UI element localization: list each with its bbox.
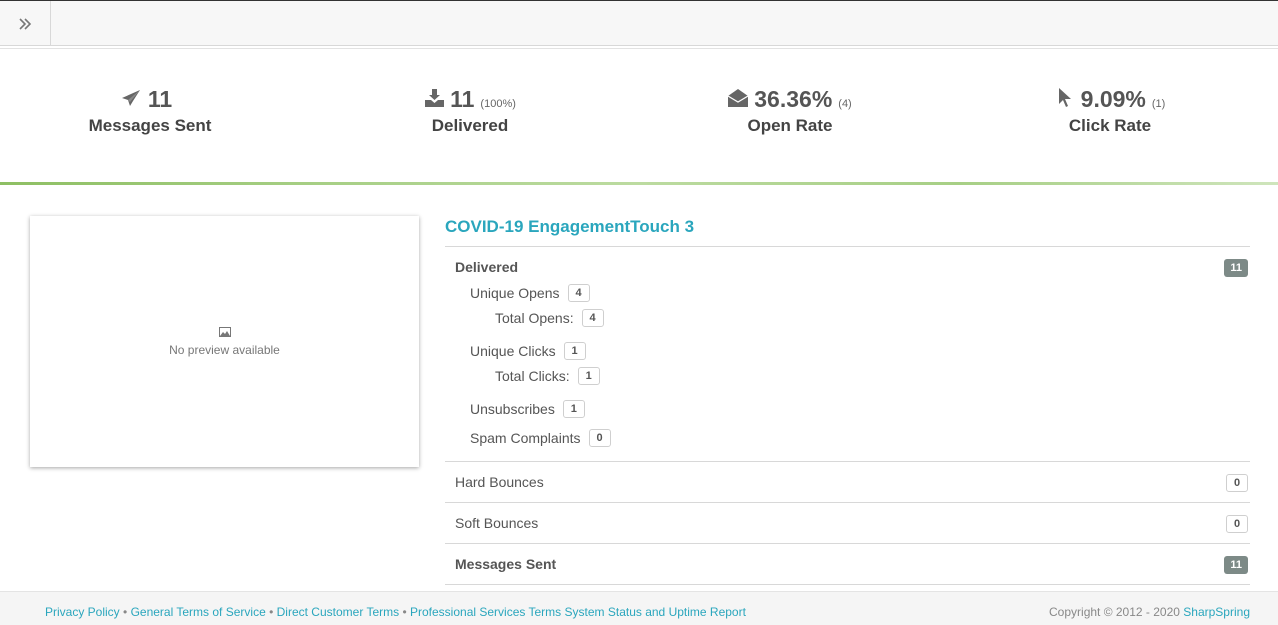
stat-label: Messages Sent bbox=[88, 116, 212, 135]
stat-value: 11 bbox=[450, 86, 475, 112]
hard-bounces-badge[interactable]: 0 bbox=[1226, 474, 1248, 492]
stats-summary: 11 Messages Sent 11 (100%) Delivered 36.… bbox=[0, 48, 1278, 185]
stat-value: 36.36% bbox=[754, 86, 833, 112]
stat-value: 9.09% bbox=[1080, 86, 1146, 112]
email-preview[interactable]: No preview available bbox=[30, 216, 419, 467]
sharpspring-link[interactable]: SharpSpring bbox=[1183, 605, 1250, 619]
messages-sent-badge: 11 bbox=[1224, 556, 1248, 574]
footer: Privacy Policy • General Terms of Servic… bbox=[0, 591, 1278, 625]
unsubscribes-label: Unsubscribes bbox=[470, 401, 555, 417]
stat-delivered: 11 (100%) Delivered bbox=[310, 86, 630, 136]
stat-label: Click Rate bbox=[1068, 116, 1152, 135]
unique-clicks-row: Unique Clicks 1 bbox=[470, 342, 586, 360]
delivered-section: Delivered 11 Unique Opens 4 Total Opens:… bbox=[445, 247, 1250, 462]
unique-opens-label: Unique Opens bbox=[470, 285, 560, 301]
hard-bounces-row: Hard Bounces 0 bbox=[445, 462, 1250, 503]
stat-value: 11 bbox=[147, 86, 173, 112]
double-chevron-right-icon bbox=[19, 17, 32, 30]
soft-bounces-row: Soft Bounces 0 bbox=[445, 503, 1250, 544]
stat-label: Delivered bbox=[431, 116, 509, 135]
open-envelope-icon bbox=[728, 88, 749, 108]
footer-separator: • bbox=[402, 605, 407, 619]
total-opens-badge[interactable]: 4 bbox=[581, 309, 604, 327]
hard-bounces-label: Hard Bounces bbox=[455, 474, 544, 490]
stat-click-rate: 9.09% (1) Click Rate bbox=[950, 86, 1270, 136]
footer-separator: • bbox=[123, 605, 128, 619]
mouse-pointer-icon bbox=[1055, 88, 1075, 108]
footer-links: Privacy Policy • General Terms of Servic… bbox=[45, 605, 746, 619]
messages-sent-label: Messages Sent bbox=[455, 556, 557, 572]
unsubscribes-row: Unsubscribes 1 bbox=[470, 400, 585, 418]
inbox-download-icon bbox=[424, 88, 444, 108]
unsubscribes-badge[interactable]: 1 bbox=[562, 400, 585, 418]
stat-open-rate: 36.36% (4) Open Rate bbox=[630, 86, 950, 136]
general-terms-link[interactable]: General Terms of Service bbox=[131, 605, 266, 619]
sidebar-toggle-button[interactable] bbox=[0, 1, 51, 46]
privacy-policy-link[interactable]: Privacy Policy bbox=[45, 605, 120, 619]
paper-plane-icon bbox=[122, 89, 142, 109]
system-status-link[interactable]: System Status and Uptime Report bbox=[565, 605, 746, 619]
stat-sub: (4) bbox=[838, 98, 852, 110]
spam-complaints-label: Spam Complaints bbox=[470, 430, 581, 446]
soft-bounces-label: Soft Bounces bbox=[455, 515, 539, 531]
copyright: Copyright © 2012 - 2020 SharpSpring bbox=[1049, 605, 1250, 619]
messages-sent-row: Messages Sent 11 bbox=[445, 544, 1250, 585]
unique-clicks-badge[interactable]: 1 bbox=[563, 342, 586, 360]
delivered-label: Delivered bbox=[455, 259, 519, 275]
email-title[interactable]: COVID-19 EngagementTouch 3 bbox=[445, 216, 1250, 247]
image-icon bbox=[218, 326, 231, 340]
stat-sub: (1) bbox=[1151, 98, 1166, 110]
total-opens-row: Total Opens: 4 bbox=[495, 309, 604, 327]
delivered-count-badge: 11 bbox=[1224, 259, 1248, 277]
stats-divider bbox=[0, 182, 1278, 185]
stat-label: Open Rate bbox=[747, 116, 833, 135]
no-preview-text: No preview available bbox=[169, 343, 280, 357]
professional-terms-link[interactable]: Professional Services Terms bbox=[410, 605, 561, 619]
total-clicks-label: Total Clicks: bbox=[495, 368, 570, 384]
top-bar bbox=[0, 0, 1278, 49]
copyright-text: Copyright © 2012 - 2020 bbox=[1049, 605, 1180, 619]
total-opens-label: Total Opens: bbox=[495, 310, 574, 326]
footer-separator: • bbox=[269, 605, 274, 619]
spam-complaints-badge[interactable]: 0 bbox=[588, 429, 611, 447]
email-details: COVID-19 EngagementTouch 3 Delivered 11 … bbox=[445, 216, 1250, 585]
direct-terms-link[interactable]: Direct Customer Terms bbox=[277, 605, 399, 619]
total-clicks-badge[interactable]: 1 bbox=[577, 367, 600, 385]
unique-opens-row: Unique Opens 4 bbox=[470, 284, 590, 302]
stat-sub: (100%) bbox=[480, 98, 516, 110]
stat-messages-sent: 11 Messages Sent bbox=[0, 86, 310, 136]
spam-complaints-row: Spam Complaints 0 bbox=[470, 429, 611, 447]
soft-bounces-badge[interactable]: 0 bbox=[1226, 515, 1248, 533]
unique-opens-badge[interactable]: 4 bbox=[567, 284, 590, 302]
unique-clicks-label: Unique Clicks bbox=[470, 343, 556, 359]
total-clicks-row: Total Clicks: 1 bbox=[495, 367, 600, 385]
